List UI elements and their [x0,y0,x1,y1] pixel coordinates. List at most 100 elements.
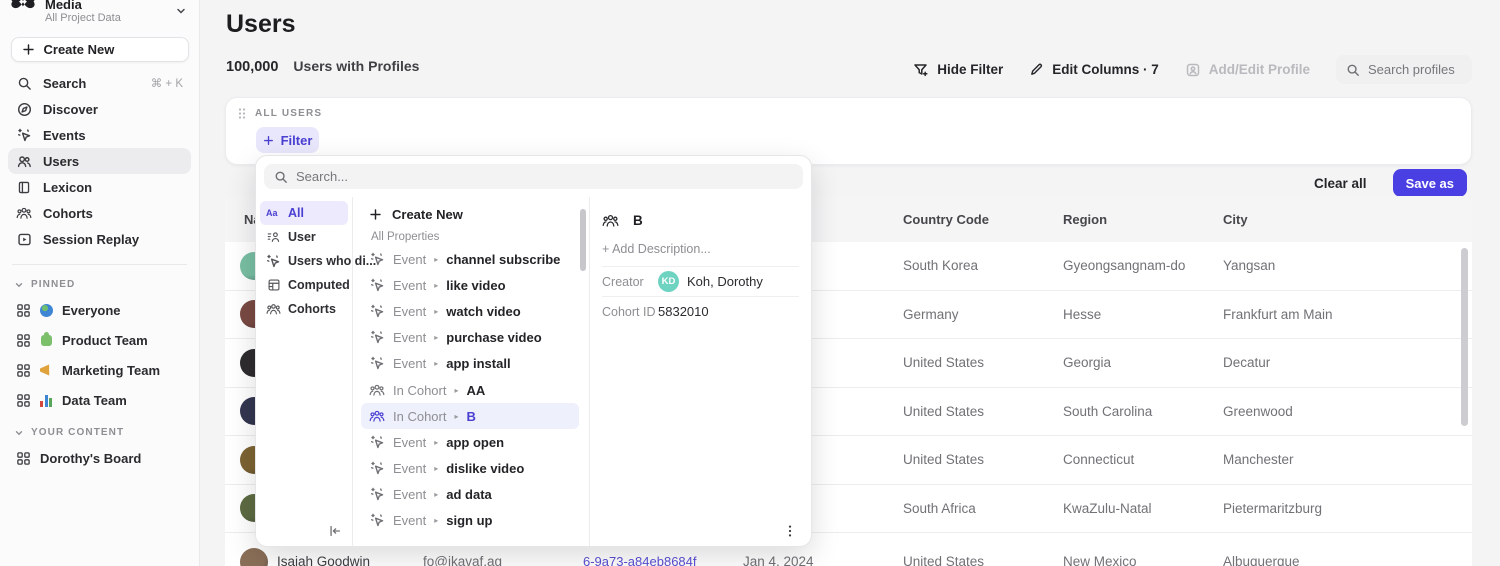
page-title: Users [226,10,296,39]
dropdown-item-event-watch-video[interactable]: Event▸watch video [361,298,579,324]
item-name: app open [446,435,504,450]
user-name: Isaiah Goodwin [277,554,370,566]
drag-handle-icon[interactable] [238,108,246,119]
dropdown-item-in-cohort-b[interactable]: In Cohort▸B [361,403,579,429]
hide-filter-button[interactable]: Hide Filter [913,62,1003,78]
dropdown-tab-all[interactable]: AaAll [260,201,348,225]
keyboard-shortcut: ⌘ + K [151,76,183,90]
add-filter-button[interactable]: Filter [256,127,319,153]
event-icon [369,435,385,450]
sidebar-item-discover[interactable]: Discover [8,96,191,122]
sidebar-item-events[interactable]: Events [8,122,191,148]
sidebar-item-search[interactable]: Search⌘ + K [8,70,191,96]
cohort-card-title: B [633,213,643,228]
collapse-panel-icon[interactable] [328,524,342,538]
dropdown-create-new[interactable]: Create New [361,201,579,227]
dropdown-search-input[interactable] [296,169,793,184]
item-name: AA [467,383,486,398]
dropdown-item-event-dislike-video[interactable]: Event▸dislike video [361,456,579,482]
sidebar-board-everyone[interactable]: Everyone [0,295,199,325]
item-prefix: In Cohort [393,383,446,398]
add-edit-profile-button[interactable]: Add/Edit Profile [1185,62,1310,78]
board-grid-icon [16,363,31,378]
pinned-header[interactable]: PINNED [0,273,199,295]
dropdown-tab-computed[interactable]: Computed [260,273,348,297]
your-content-header[interactable]: YOUR CONTENT [0,421,199,443]
dropdown-item-event-sign-up[interactable]: Event▸sign up [361,508,579,534]
sidebar-item-lexicon[interactable]: Lexicon [8,174,191,200]
sidebar-item-users[interactable]: Users [8,148,191,174]
search-profiles-input[interactable] [1368,62,1462,77]
event-icon [369,252,385,267]
user-city: Yangsan [1204,258,1472,273]
discover-icon [16,102,32,117]
sidebar-board-data-team[interactable]: Data Team [0,385,199,415]
dropdown-tab-users-who-di[interactable]: Users who di... [260,249,348,273]
cohort-id-value: 5832010 [658,304,709,319]
sidebar-board-marketing-team[interactable]: Marketing Team [0,355,199,385]
clear-all-button[interactable]: Clear all [1314,176,1367,191]
user-country: United States [884,452,1044,467]
item-name: ad data [446,487,492,502]
event-icon [369,487,385,502]
user-region: New Mexico [1044,554,1204,566]
create-new-button[interactable]: Create New [11,37,189,62]
dropdown-item-in-cohort-aa[interactable]: In Cohort▸AA [361,377,579,403]
profile-count: 100,000 Users with Profiles [226,58,419,75]
column-header-city[interactable]: City [1204,212,1472,227]
column-header-region[interactable]: Region [1044,212,1204,227]
column-header-country[interactable]: Country Code [884,212,1044,227]
event-icon [369,513,385,528]
item-name: sign up [446,513,492,528]
dropdown-tab-cohorts[interactable]: Cohorts [260,297,348,321]
user-city: Decatur [1204,355,1472,370]
sidebar-board-product-team[interactable]: Product Team [0,325,199,355]
save-as-button[interactable]: Save as [1393,169,1467,197]
user-city: Albuquerque [1204,554,1472,566]
user-date: Jan 4, 2024 [724,554,884,566]
project-name: Media [45,0,121,12]
item-name: channel subscribe [446,252,560,267]
item-prefix: Event [393,356,426,371]
dropdown-item-event-channel-subscribe[interactable]: Event▸channel subscribe [361,246,579,272]
edit-columns-button[interactable]: Edit Columns · 7 [1029,62,1159,77]
all-users-label: ALL USERS [255,108,322,119]
dropdown-item-event-app-open[interactable]: Event▸app open [361,429,579,455]
dropdown-item-event-like-video[interactable]: Event▸like video [361,272,579,298]
profile-card-icon [1185,62,1201,78]
svg-text:Aa: Aa [266,208,278,218]
your-content-boards: Dorothy's Board [0,443,199,473]
board-label: Marketing Team [62,363,160,378]
sidebar-nav: Search⌘ + KDiscoverEventsUsersLexiconCoh… [0,70,199,252]
more-options-icon[interactable] [783,524,797,538]
event-icon [369,356,385,371]
dropdown-scrollbar[interactable] [580,209,586,271]
sidebar-divider [12,264,187,265]
user-region: Hesse [1044,307,1204,322]
project-switcher[interactable]: Media All Project Data [0,0,199,28]
cohort-icon [16,206,32,220]
board-grid-icon [16,303,31,318]
sidebar-item-cohorts[interactable]: Cohorts [8,200,191,226]
filter-property-dropdown: AaAllUserUsers who di...ComputedCohorts … [255,155,812,547]
events-icon [16,128,32,143]
item-name: app install [446,356,510,371]
dropdown-item-event-ad-data[interactable]: Event▸ad data [361,482,579,508]
plus-icon [22,43,35,56]
caret-right-icon: ▸ [454,412,458,421]
pinned-boards: EveryoneProduct Team Marketing Team Data T… [0,295,199,415]
item-name: watch video [446,304,520,319]
dropdown-tab-user[interactable]: User [260,225,348,249]
dropdown-tab-label: Computed [288,278,350,292]
add-description-button[interactable]: + Add Description... [602,233,799,266]
add-filter-label: Filter [281,133,313,148]
profile-count-label: Users with Profiles [293,58,419,74]
dropdown-item-event-app-install[interactable]: Event▸app install [361,351,579,377]
all-properties-label: All Properties [361,227,579,246]
sidebar-board-dorothy-s-board[interactable]: Dorothy's Board [0,443,199,473]
item-prefix: Event [393,278,426,293]
table-scrollbar[interactable] [1461,248,1468,426]
mixpanel-logo-icon [10,0,36,26]
dropdown-item-event-purchase-video[interactable]: Event▸purchase video [361,325,579,351]
sidebar-item-session-replay[interactable]: Session Replay [8,226,191,252]
